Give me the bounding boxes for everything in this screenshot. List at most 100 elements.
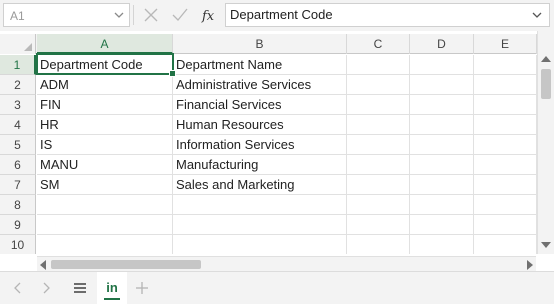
row-header[interactable]: 5 bbox=[0, 135, 36, 155]
sheet-tab-label: in bbox=[106, 280, 118, 295]
previous-sheet-icon[interactable] bbox=[10, 280, 26, 296]
table-row: 4 HR Human Resources bbox=[0, 115, 537, 135]
cell-c6[interactable] bbox=[347, 155, 410, 175]
cell-d4[interactable] bbox=[410, 115, 474, 135]
table-row: 10 bbox=[0, 235, 537, 254]
scroll-down-icon[interactable] bbox=[541, 242, 551, 248]
cancel-icon[interactable] bbox=[141, 5, 161, 25]
table-row: 1 Department Code Department Name bbox=[0, 55, 537, 75]
cell-e2[interactable] bbox=[474, 75, 537, 95]
vertical-scrollbar[interactable] bbox=[537, 31, 554, 254]
name-box[interactable]: A1 bbox=[3, 3, 130, 27]
column-header-c[interactable]: C bbox=[347, 34, 410, 54]
row-header[interactable]: 6 bbox=[0, 155, 36, 175]
column-header-e[interactable]: E bbox=[474, 34, 537, 54]
all-sheets-menu-icon[interactable] bbox=[72, 280, 88, 296]
name-box-value: A1 bbox=[10, 9, 25, 23]
cell-d5[interactable] bbox=[410, 135, 474, 155]
cell-e6[interactable] bbox=[474, 155, 537, 175]
cell-c5[interactable] bbox=[347, 135, 410, 155]
chevron-down-icon[interactable] bbox=[111, 7, 127, 23]
cell-b10[interactable] bbox=[173, 235, 347, 254]
vertical-scroll-thumb[interactable] bbox=[541, 69, 551, 99]
cell-a1[interactable]: Department Code bbox=[37, 55, 173, 75]
cell-a2[interactable]: ADM bbox=[37, 75, 173, 95]
select-all-corner[interactable] bbox=[0, 34, 36, 54]
column-header-d[interactable]: D bbox=[410, 34, 474, 54]
cell-e1[interactable] bbox=[474, 55, 537, 75]
cell-a6[interactable]: MANU bbox=[37, 155, 173, 175]
formula-text: Department Code bbox=[230, 7, 333, 22]
cell-a3[interactable]: FIN bbox=[37, 95, 173, 115]
table-row: 5 IS Information Services bbox=[0, 135, 537, 155]
cell-b3[interactable]: Financial Services bbox=[173, 95, 347, 115]
cell-b9[interactable] bbox=[173, 215, 347, 235]
cell-c10[interactable] bbox=[347, 235, 410, 254]
cell-a4[interactable]: HR bbox=[37, 115, 173, 135]
cell-e7[interactable] bbox=[474, 175, 537, 195]
scroll-up-icon[interactable] bbox=[541, 56, 551, 62]
formula-bar: A1 fx Department Code bbox=[0, 0, 554, 31]
cell-c3[interactable] bbox=[347, 95, 410, 115]
horizontal-scroll-thumb[interactable] bbox=[51, 260, 201, 269]
cell-d1[interactable] bbox=[410, 55, 474, 75]
cell-c4[interactable] bbox=[347, 115, 410, 135]
horizontal-scrollbar[interactable] bbox=[37, 256, 536, 271]
cell-b1[interactable]: Department Name bbox=[173, 55, 347, 75]
cell-e10[interactable] bbox=[474, 235, 537, 254]
row-header[interactable]: 7 bbox=[0, 175, 36, 195]
cell-d10[interactable] bbox=[410, 235, 474, 254]
cell-a8[interactable] bbox=[37, 195, 173, 215]
row-header[interactable]: 1 bbox=[0, 55, 36, 75]
table-row: 8 bbox=[0, 195, 537, 215]
cell-e4[interactable] bbox=[474, 115, 537, 135]
row-header[interactable]: 9 bbox=[0, 215, 36, 235]
insert-function-icon[interactable]: fx bbox=[200, 5, 220, 25]
cell-b2[interactable]: Administrative Services bbox=[173, 75, 347, 95]
cell-d9[interactable] bbox=[410, 215, 474, 235]
cell-b5[interactable]: Information Services bbox=[173, 135, 347, 155]
cell-e5[interactable] bbox=[474, 135, 537, 155]
cell-b8[interactable] bbox=[173, 195, 347, 215]
cell-b6[interactable]: Manufacturing bbox=[173, 155, 347, 175]
cell-e8[interactable] bbox=[474, 195, 537, 215]
cell-a10[interactable] bbox=[37, 235, 173, 254]
sheet-tab-active[interactable]: in bbox=[97, 272, 127, 304]
cell-a5[interactable]: IS bbox=[37, 135, 173, 155]
column-header-a[interactable]: A bbox=[37, 34, 173, 54]
cell-c7[interactable] bbox=[347, 175, 410, 195]
add-sheet-icon[interactable] bbox=[134, 280, 150, 296]
check-icon[interactable] bbox=[170, 5, 190, 25]
column-header-b[interactable]: B bbox=[173, 34, 347, 54]
cell-c9[interactable] bbox=[347, 215, 410, 235]
row-header[interactable]: 8 bbox=[0, 195, 36, 215]
cell-c1[interactable] bbox=[347, 55, 410, 75]
cell-d3[interactable] bbox=[410, 95, 474, 115]
cell-b4[interactable]: Human Resources bbox=[173, 115, 347, 135]
cell-b7[interactable]: Sales and Marketing bbox=[173, 175, 347, 195]
formula-input[interactable]: Department Code bbox=[225, 3, 550, 27]
cell-a7[interactable]: SM bbox=[37, 175, 173, 195]
row-header[interactable]: 3 bbox=[0, 95, 36, 115]
cell-d7[interactable] bbox=[410, 175, 474, 195]
scroll-right-icon[interactable] bbox=[527, 260, 533, 270]
cell-c8[interactable] bbox=[347, 195, 410, 215]
scroll-left-icon[interactable] bbox=[40, 260, 46, 270]
cell-c2[interactable] bbox=[347, 75, 410, 95]
table-row: 9 bbox=[0, 215, 537, 235]
row-header[interactable]: 4 bbox=[0, 115, 36, 135]
cell-e3[interactable] bbox=[474, 95, 537, 115]
row-header[interactable]: 2 bbox=[0, 75, 36, 95]
cell-d2[interactable] bbox=[410, 75, 474, 95]
table-row: 3 FIN Financial Services bbox=[0, 95, 537, 115]
cell-a9[interactable] bbox=[37, 215, 173, 235]
row-header[interactable]: 10 bbox=[0, 235, 36, 254]
table-row: 6 MANU Manufacturing bbox=[0, 155, 537, 175]
expand-chevron-icon[interactable] bbox=[529, 7, 545, 23]
cell-d6[interactable] bbox=[410, 155, 474, 175]
select-all-icon bbox=[24, 43, 32, 51]
cell-e9[interactable] bbox=[474, 215, 537, 235]
next-sheet-icon[interactable] bbox=[38, 280, 54, 296]
cell-d8[interactable] bbox=[410, 195, 474, 215]
sheet-tab-bar: in bbox=[0, 271, 554, 304]
